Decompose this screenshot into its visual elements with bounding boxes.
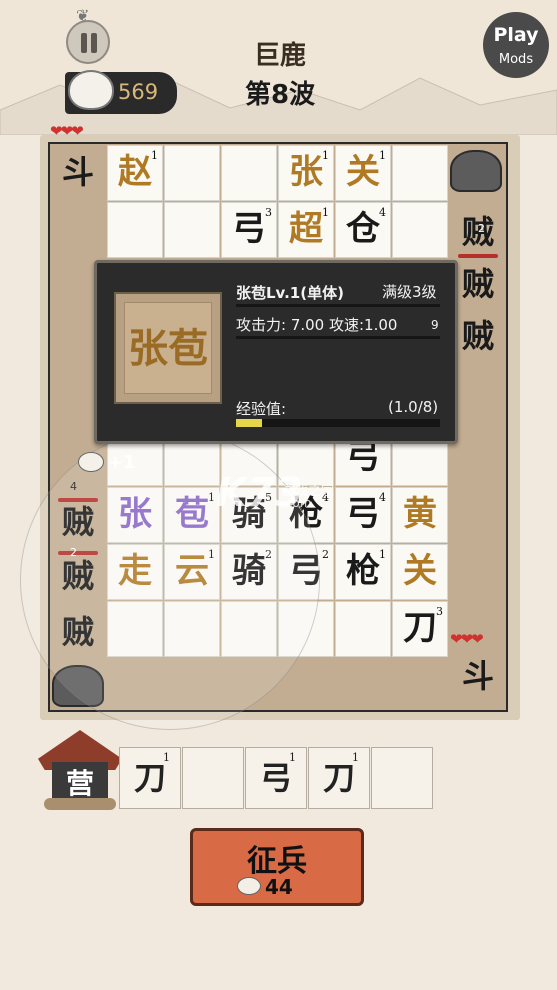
enemy-hp-bar (458, 254, 498, 258)
board-cell[interactable] (164, 145, 220, 201)
unit-level: 1 (322, 206, 329, 219)
unit-tile[interactable]: 刀3 (392, 601, 448, 657)
enemy-title: 巨鹿 (253, 41, 306, 71)
unit-tile[interactable]: 仓4 (335, 202, 391, 258)
enemy-spawn-left: 斗 (61, 153, 94, 191)
unit-level: 1 (379, 149, 386, 162)
unit-tile[interactable]: 超1 (278, 202, 334, 258)
enemy-hp-label: 2 (478, 222, 485, 235)
unit-char: 枪 (346, 551, 380, 591)
camp-slot[interactable] (371, 747, 433, 809)
recruit-cost: 44 (265, 875, 293, 899)
unit-char: 刀 (403, 608, 437, 648)
unit-tile[interactable]: 张1 (278, 145, 334, 201)
unit-char: 仓 (346, 209, 380, 249)
divider (236, 304, 440, 307)
exp-bar-track (236, 419, 440, 427)
watermark-domain: .com (282, 496, 312, 510)
camp-base (44, 798, 116, 810)
slot-unit: 刀 (322, 759, 355, 797)
unit-char: 弓 (232, 209, 266, 249)
camp-slot[interactable]: 刀1 (119, 747, 181, 809)
unit-tile[interactable]: 枪1 (335, 544, 391, 600)
board-cell[interactable] (392, 202, 448, 258)
camp-slot[interactable]: 弓1 (245, 747, 307, 809)
unit-title: 张苞Lv.1(单体) (236, 284, 344, 302)
unit-tile[interactable]: 弓4 (335, 487, 391, 543)
unit-char: 关 (346, 152, 380, 192)
bonus-label: +1 (108, 452, 136, 473)
recruit-label: 征兵 (247, 844, 307, 879)
unit-portrait: 张苞 (124, 302, 212, 394)
unit-char: 弓 (346, 494, 380, 534)
unit-char: 黄 (403, 494, 437, 534)
board-cell[interactable] (164, 202, 220, 258)
unit-char: 超 (289, 209, 323, 249)
unit-tile[interactable]: 黄 (392, 487, 448, 543)
unit-tile[interactable]: 弓3 (221, 202, 277, 258)
bun-coin-icon (237, 877, 261, 895)
unit-char: 关 (403, 551, 437, 591)
coin-count: 569 (118, 80, 159, 104)
unit-level: 4 (379, 491, 386, 504)
exp-label: 经验值: (236, 400, 287, 418)
slot-unit: 弓 (259, 759, 292, 797)
unit-level: 3 (265, 206, 272, 219)
recruit-button[interactable]: 征兵 44 (190, 828, 364, 906)
enemy-right-3[interactable]: 贼 (452, 310, 504, 362)
unit-tile[interactable]: 赵1 (107, 145, 163, 201)
bun-coin-icon (78, 452, 104, 472)
unit-level: 1 (379, 548, 386, 561)
rock-icon (450, 150, 502, 192)
slot-unit: 刀 (133, 759, 166, 797)
enemy-spawn-right: 斗 (461, 657, 494, 695)
slot-level: 1 (163, 751, 170, 764)
hearts-icon-right: ❤❤❤ (450, 630, 484, 648)
slot-level: 1 (289, 751, 296, 764)
board-cell[interactable] (107, 202, 163, 258)
unit-stats: 攻击力: 7.00 攻速:1.00 (236, 316, 398, 334)
stat-number: 9 (431, 318, 439, 332)
camp-slot[interactable]: 刀1 (308, 747, 370, 809)
bun-coin-icon (68, 70, 114, 110)
playmods-button[interactable]: Play Mods (483, 12, 549, 78)
board-cell[interactable] (392, 145, 448, 201)
board-cell[interactable] (221, 145, 277, 201)
max-level-label: 满级3级 (382, 283, 437, 301)
unit-tile[interactable]: 关 (392, 544, 448, 600)
exp-bar-fill (236, 419, 262, 427)
unit-level: 2 (322, 548, 329, 561)
unit-level: 3 (436, 605, 443, 618)
enemy-right-2[interactable]: 贼 (452, 258, 504, 310)
slot-level: 1 (352, 751, 359, 764)
divider (236, 336, 440, 339)
camp-slot[interactable] (182, 747, 244, 809)
unit-char: 张 (289, 152, 323, 192)
unit-char: 赵 (118, 152, 152, 192)
unit-level: 1 (151, 149, 158, 162)
unit-level: 1 (322, 149, 329, 162)
mods-label: Mods (498, 52, 534, 67)
unit-tile[interactable]: 关1 (335, 145, 391, 201)
hearts-icon-left: ❤❤❤ (50, 122, 84, 140)
wave-label: 第8波 (244, 80, 316, 110)
unit-level: 4 (379, 206, 386, 219)
board-cell[interactable] (335, 601, 391, 657)
play-label: Play (493, 24, 539, 46)
pause-button[interactable] (66, 20, 110, 64)
exp-value: (1.0/8) (388, 398, 439, 416)
